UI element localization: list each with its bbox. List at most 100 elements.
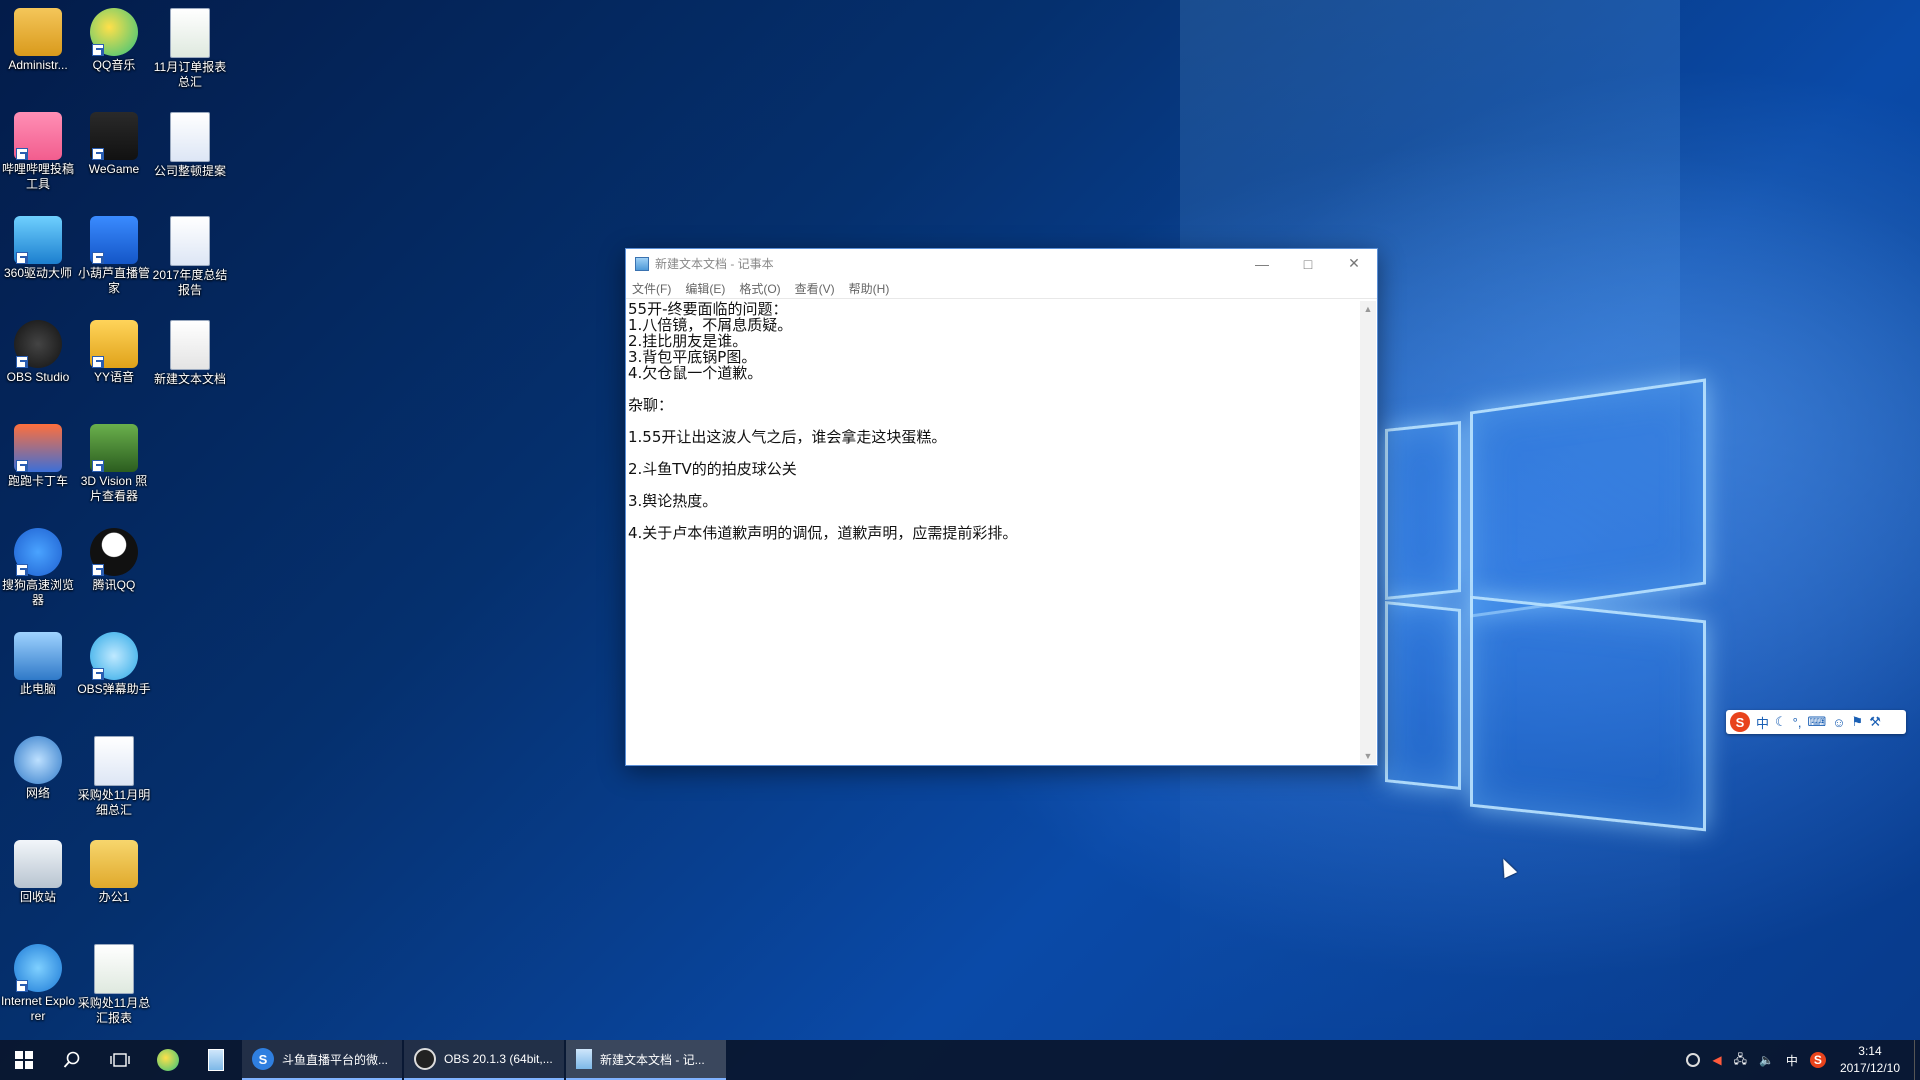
desktop-icon[interactable]: 新建文本文档 xyxy=(152,316,228,416)
notepad-window[interactable]: 新建文本文档 - 记事本 — □ ✕ 文件(F) 编辑(E) 格式(O) 查看(… xyxy=(625,248,1378,766)
notepad-text-line: 杂聊： xyxy=(628,396,674,414)
sogou-ime-tray-icon[interactable]: S xyxy=(1809,1052,1826,1068)
desktop-icon[interactable]: 2017年度总结报告 xyxy=(152,212,228,312)
desktop-icon-label: 网络 xyxy=(25,786,50,800)
menu-file[interactable]: 文件(F) xyxy=(632,280,671,297)
minimize-button[interactable]: — xyxy=(1239,249,1285,278)
sogou-browser-icon: S xyxy=(252,1048,274,1070)
wegame-icon xyxy=(90,112,138,160)
scroll-down-icon[interactable]: ▼ xyxy=(1360,748,1376,764)
desktop-icon[interactable]: 采购处11月明细总汇 xyxy=(76,732,152,832)
scroll-up-icon[interactable]: ▲ xyxy=(1360,301,1376,317)
shortcut-arrow-icon xyxy=(92,460,104,472)
system-tray: ◀ 🖧 🔈 中 S 3:14 2017/12/10 xyxy=(1680,1040,1920,1080)
input-language-indicator[interactable]: 中 xyxy=(1786,1052,1798,1069)
desktop-icon[interactable]: 3D Vision 照片查看器 xyxy=(76,420,152,520)
maximize-button[interactable]: □ xyxy=(1285,249,1331,278)
recycle-bin-icon xyxy=(14,840,62,888)
desktop-icon[interactable]: 360驱动大师 xyxy=(0,212,76,312)
keyboard-icon[interactable]: ⌨ xyxy=(1807,714,1826,730)
clock-time: 3:14 xyxy=(1858,1044,1882,1058)
notepad-menubar: 文件(F) 编辑(E) 格式(O) 查看(V) 帮助(H) xyxy=(626,278,1377,299)
windows-start-icon xyxy=(15,1051,33,1069)
desktop-icon-label: OBS Studio xyxy=(6,370,70,384)
menu-format[interactable]: 格式(O) xyxy=(739,280,780,297)
volume-icon[interactable]: 🔈 xyxy=(1759,1053,1774,1067)
desktop-icon[interactable]: 小葫芦直播管家 xyxy=(76,212,152,312)
desktop-icon[interactable]: 采购处11月总汇报表 xyxy=(76,940,152,1040)
desktop-icon[interactable]: 腾讯QQ xyxy=(76,524,152,624)
menu-edit[interactable]: 编辑(E) xyxy=(685,280,725,297)
moon-icon[interactable]: ☾ xyxy=(1775,714,1787,730)
desktop-icon-label: 跑跑卡丁车 xyxy=(7,474,68,488)
punctuation-icon[interactable]: °, xyxy=(1793,715,1802,730)
desktop-icon[interactable]: 11月订单报表总汇 xyxy=(152,4,228,104)
desktop-icon-label: 360驱动大师 xyxy=(3,266,73,280)
task-view-button[interactable] xyxy=(96,1040,144,1080)
desktop-icon[interactable]: 办公1 xyxy=(76,836,152,936)
notepad-pinned[interactable] xyxy=(192,1040,240,1080)
computer-icon xyxy=(14,632,62,680)
excel-file-icon xyxy=(94,944,134,994)
tray-arrow-icon[interactable]: ◀ xyxy=(1712,1053,1721,1067)
ime-mode-toggle[interactable]: 中 xyxy=(1756,713,1769,732)
clock[interactable]: 3:14 2017/12/10 xyxy=(1840,1043,1900,1077)
taskbar-task-obs[interactable]: OBS 20.1.3 (64bit,... xyxy=(404,1040,564,1080)
desktop-icon[interactable]: QQ音乐 xyxy=(76,4,152,104)
yy-voice-icon xyxy=(90,320,138,368)
desktop-icon-label: QQ音乐 xyxy=(92,58,136,72)
excel-file-icon xyxy=(170,8,210,58)
shortcut-arrow-icon xyxy=(16,148,28,160)
settings-icon[interactable]: ⚒ xyxy=(1869,714,1881,730)
taskbar-task-browser[interactable]: S 斗鱼直播平台的微... xyxy=(242,1040,402,1080)
word-file-icon xyxy=(170,112,210,162)
search-button[interactable] xyxy=(48,1040,96,1080)
desktop-icon[interactable]: 跑跑卡丁车 xyxy=(0,420,76,520)
desktop-icon[interactable]: OBS Studio xyxy=(0,316,76,416)
desktop-icon[interactable]: 搜狗高速浏览器 xyxy=(0,524,76,624)
shortcut-arrow-icon xyxy=(92,564,104,576)
notepad-text-area[interactable]: 55开-终要面临的问题： 1.八倍镜，不屑息质疑。 2.挂比朋友是谁。 3.背包平底锅… xyxy=(628,301,1360,763)
desktop-icon[interactable]: 公司整顿提案 xyxy=(152,108,228,208)
start-button[interactable] xyxy=(0,1040,48,1080)
taskbar-task-label: 新建文本文档 - 记... xyxy=(600,1052,705,1067)
desktop-icon-label: 回收站 xyxy=(19,890,56,904)
notepad-text-line: 3.背包平底锅P图。 xyxy=(628,348,757,366)
taskbar-task-notepad[interactable]: 新建文本文档 - 记... xyxy=(566,1040,726,1080)
desktop-icon[interactable]: Administr... xyxy=(0,4,76,104)
desktop-icon-label: OBS弹幕助手 xyxy=(77,682,151,696)
qq-penguin-icon xyxy=(90,528,138,576)
desktop-icon[interactable]: Internet Explorer xyxy=(0,940,76,1040)
ime-toolbar[interactable]: S 中 ☾ °, ⌨ ☺ ⚑ ⚒ xyxy=(1726,710,1906,734)
desktop-icon[interactable]: 此电脑 xyxy=(0,628,76,728)
desktop-icon[interactable]: OBS弹幕助手 xyxy=(76,628,152,728)
sogou-ime-logo[interactable]: S xyxy=(1730,712,1750,732)
user-icon[interactable]: ☺ xyxy=(1832,715,1845,730)
desktop-icon[interactable]: 回收站 xyxy=(0,836,76,936)
desktop-icon[interactable]: 网络 xyxy=(0,732,76,832)
desktop-icon[interactable]: 哔哩哔哩投稿工具 xyxy=(0,108,76,208)
menu-view[interactable]: 查看(V) xyxy=(795,280,835,297)
desktop-icon-label: 腾讯QQ xyxy=(92,578,136,592)
network-tray-icon[interactable]: 🖧 xyxy=(1734,1050,1747,1071)
notepad-icon xyxy=(635,256,649,271)
bilibili-icon xyxy=(14,112,62,160)
close-button[interactable]: ✕ xyxy=(1331,249,1377,278)
notepad-text-line xyxy=(628,477,1360,493)
desktop-icon[interactable]: WeGame xyxy=(76,108,152,208)
desktop-icon-label: 11月订单报表总汇 xyxy=(153,60,227,89)
qq-music-pinned[interactable] xyxy=(144,1040,192,1080)
obs-tray-icon[interactable] xyxy=(1686,1053,1701,1067)
desktop-icon-label: 此电脑 xyxy=(19,682,56,696)
shortcut-arrow-icon xyxy=(92,668,104,680)
menu-help[interactable]: 帮助(H) xyxy=(849,280,890,297)
desktop-icon-label: 公司整顿提案 xyxy=(153,164,226,178)
show-desktop-button[interactable] xyxy=(1914,1040,1920,1080)
desktop-icon-label: 采购处11月明细总汇 xyxy=(77,788,151,817)
notepad-text-line: 2.斗鱼TV的的拍皮球公关 xyxy=(628,460,797,478)
vertical-scrollbar[interactable]: ▲ ▼ xyxy=(1360,301,1376,764)
desktop-icon-label: 搜狗高速浏览器 xyxy=(1,578,74,607)
skin-icon[interactable]: ⚑ xyxy=(1852,714,1864,730)
windows-logo-pane-top-right xyxy=(1470,378,1706,618)
desktop-icon[interactable]: YY语音 xyxy=(76,316,152,416)
